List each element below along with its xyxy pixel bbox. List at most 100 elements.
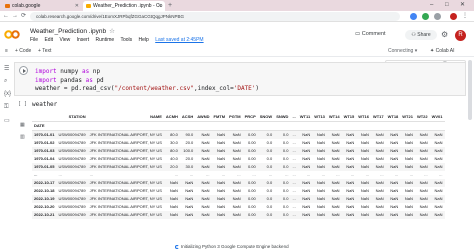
output-table-icon[interactable]: ▦: [20, 122, 25, 128]
table-cell: NaN: [360, 140, 369, 145]
table-cell: 0.00: [247, 196, 256, 201]
empty-header-cell: [274, 121, 291, 131]
table-cell: NaN: [419, 156, 428, 161]
menu-runtime[interactable]: Runtime: [96, 37, 115, 43]
menu-file[interactable]: File: [30, 37, 38, 43]
table-cell: ...: [409, 172, 413, 177]
menu-help[interactable]: Help: [139, 37, 149, 43]
tab-close-icon[interactable]: ✕: [158, 1, 162, 11]
table-cell: NaN: [375, 180, 384, 185]
variables-icon[interactable]: {x}: [4, 91, 11, 97]
secrets-key-icon[interactable]: ⚿: [4, 104, 9, 111]
share-button[interactable]: ⚇ Share: [405, 30, 437, 40]
table-cell: NaN: [302, 140, 311, 145]
table-cell: NaN: [404, 204, 413, 209]
table-row: 2022-10-21 USW00094789 JFK INTERNATIONAL A…: [32, 211, 445, 219]
notebook-title[interactable]: Weather_Prediction .ipynb ☆: [30, 27, 115, 35]
code-token: 'DATE': [233, 85, 256, 92]
colab-logo-icon[interactable]: [4, 30, 20, 39]
table-cell: NaN: [185, 212, 194, 217]
empty-header-cell: [242, 121, 258, 131]
minimize-icon[interactable]: –: [430, 0, 433, 11]
comment-button[interactable]: ▭ Comment: [355, 31, 386, 37]
column-header: ACMH: [163, 113, 180, 122]
row-index: 2022-10-19: [34, 196, 55, 201]
table-cell: NaN: [375, 148, 384, 153]
table-cell: NaN: [390, 164, 399, 169]
menu-edit[interactable]: Edit: [44, 37, 53, 43]
new-tab-button[interactable]: +: [168, 0, 172, 11]
row-index: 2022-10-20: [34, 204, 55, 209]
last-saved-link[interactable]: Last saved at 2:45PM: [155, 37, 203, 43]
table-cell: NaN: [331, 156, 340, 161]
browser-tab-colab[interactable]: colab.google ✕: [2, 1, 82, 11]
code-editor[interactable]: weather: [32, 101, 57, 108]
tab-close-icon[interactable]: ✕: [75, 1, 79, 11]
table-cell: ...: [394, 172, 399, 177]
table-cell: 0.00: [247, 188, 256, 193]
code-token: numpy: [56, 68, 82, 75]
toc-icon[interactable]: ☰: [4, 65, 9, 72]
colab-ai-button[interactable]: ✦ Colab AI: [430, 47, 455, 56]
profile-icon[interactable]: [450, 13, 457, 20]
table-cell: NaN: [419, 132, 428, 137]
browser-tab-notebook[interactable]: Weather_Prediction .ipynb - Co ✕: [83, 1, 165, 11]
back-icon[interactable]: ←: [3, 11, 9, 22]
column-header: SNWD: [274, 113, 291, 122]
table-cell: NaN: [232, 180, 241, 185]
add-code-button[interactable]: + Code: [15, 46, 31, 57]
table-cell: ...: [292, 188, 296, 193]
reload-icon[interactable]: ⟳: [21, 11, 26, 22]
table-cell: ...: [268, 172, 273, 177]
code-editor[interactable]: import numpy as np import pandas as pd w…: [35, 68, 259, 94]
star-icon[interactable]: ☆: [109, 28, 115, 35]
settings-gear-icon[interactable]: ⚙: [441, 30, 448, 39]
table-cell: NaN: [316, 196, 325, 201]
row-index: 1970-01-03: [34, 148, 55, 153]
code-cell[interactable]: weather: [28, 99, 466, 111]
table-cell: NaN: [316, 132, 325, 137]
browser-menu-icon[interactable]: ⋮: [462, 11, 468, 22]
menu-insert[interactable]: Insert: [77, 37, 90, 43]
table-cell: NaN: [346, 212, 355, 217]
extension-icon[interactable]: [422, 13, 429, 20]
scrollbar[interactable]: [468, 60, 472, 120]
table-cell: ...: [292, 172, 296, 177]
table-cell: NaN: [390, 204, 399, 209]
table-cell: ...: [306, 172, 311, 177]
table-cell: ...: [189, 172, 194, 177]
menu-tools[interactable]: Tools: [120, 37, 132, 43]
extension-icon[interactable]: [434, 13, 441, 20]
close-window-icon[interactable]: ✕: [460, 0, 465, 11]
extension-icon[interactable]: [410, 13, 417, 20]
table-cell: ...: [292, 132, 296, 137]
table-cell: NaN: [419, 204, 428, 209]
execution-count[interactable]: [ ]: [18, 101, 27, 107]
code-cell[interactable]: import numpy as np import pandas as pd w…: [14, 62, 466, 96]
table-row: 2022-10-19 USW00094789 JFK INTERNATIONAL A…: [32, 195, 445, 203]
index-header-row: DATE: [32, 121, 445, 131]
menu-view[interactable]: View: [59, 37, 70, 43]
table-row: 1970-01-01 USW00094789 JFK INTERNATIONAL A…: [32, 130, 445, 139]
runtime-connect-status[interactable]: Connecting ▾: [388, 48, 417, 54]
address-bar-row: ← → ⟳ colab.research.google.com/drive/1E…: [0, 11, 474, 22]
connecting-label: Connecting: [388, 48, 414, 54]
table-cell: NaN: [302, 156, 311, 161]
table-cell: USW00094789: [58, 164, 86, 169]
url-input[interactable]: colab.research.google.com/drive/1EomXJRP…: [30, 12, 400, 21]
output-chart-icon[interactable]: ▥: [20, 134, 25, 140]
files-folder-icon[interactable]: ▭: [4, 117, 10, 124]
table-cell: NaN: [434, 212, 443, 217]
notebook-title-text[interactable]: Weather_Prediction .ipynb: [30, 28, 106, 35]
code-token: ,index_col=: [193, 85, 234, 92]
run-cell-button[interactable]: [19, 66, 28, 75]
add-text-button[interactable]: + Text: [38, 46, 51, 57]
table-cell: NaN: [217, 156, 226, 161]
menu-toggle-icon[interactable]: ≡: [5, 46, 8, 57]
forward-icon[interactable]: →: [12, 11, 18, 22]
table-cell: 0.00: [247, 212, 256, 217]
empty-header-cell: [87, 121, 164, 131]
search-icon[interactable]: ⌕: [4, 78, 7, 85]
maximize-icon[interactable]: □: [445, 0, 449, 11]
user-avatar[interactable]: R: [455, 30, 466, 41]
